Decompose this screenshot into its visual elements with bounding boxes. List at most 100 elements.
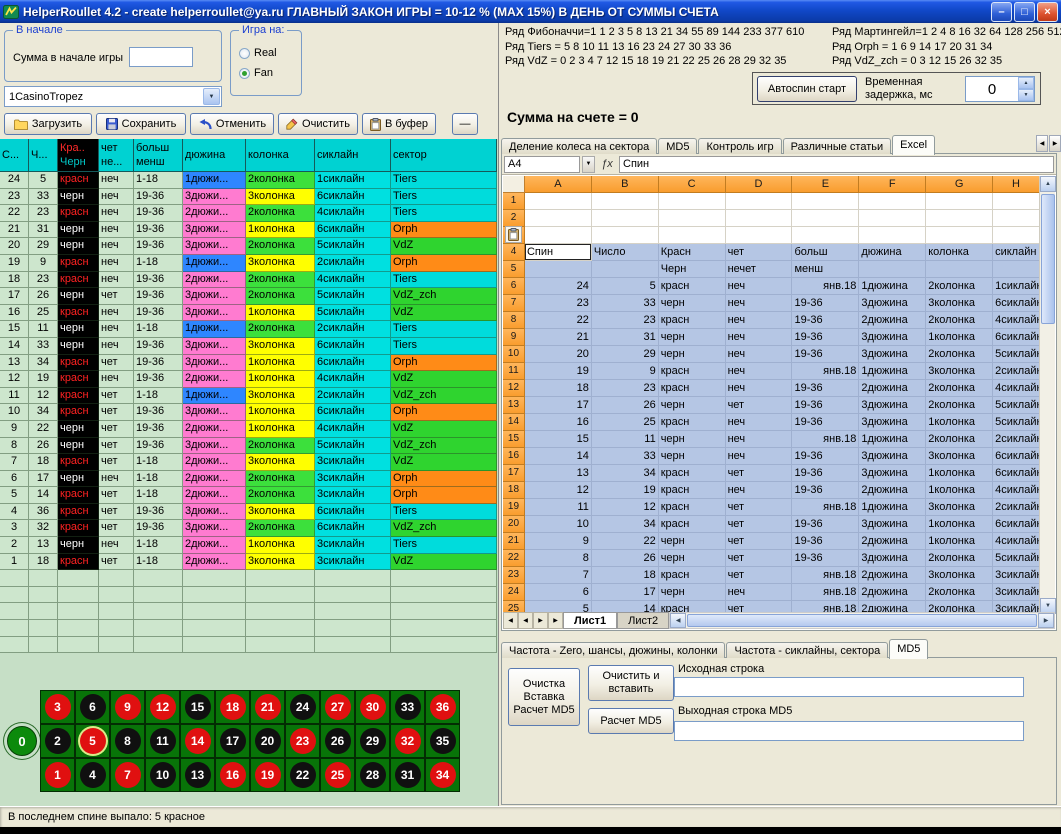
excel-cell-H3[interactable] [993, 227, 1040, 244]
excel-cell-F5[interactable] [859, 261, 926, 278]
excel-cell-H14[interactable]: 5сиклайн [993, 414, 1040, 431]
excel-cell-E24[interactable]: янв.18 [792, 584, 859, 601]
spinner-up-icon[interactable] [1018, 77, 1034, 89]
excel-cell-G14[interactable]: 1колонка [926, 414, 993, 431]
excel-cell-A21[interactable]: 9 [525, 533, 592, 550]
excel-cell-A12[interactable]: 18 [525, 380, 592, 397]
excel-cell-D2[interactable] [726, 210, 793, 227]
excel-cell-E10[interactable]: 19-36 [792, 346, 859, 363]
excel-cell-G11[interactable]: 3колонка [926, 363, 993, 380]
excel-cell-C21[interactable]: черн [659, 533, 726, 550]
excel-cell-C13[interactable]: черн [659, 397, 726, 414]
excel-cell-G15[interactable]: 2колонка [926, 431, 993, 448]
excel-cell-D14[interactable]: неч [726, 414, 793, 431]
excel-row-header-6[interactable]: 6 [503, 278, 525, 295]
excel-cell-G1[interactable] [926, 193, 993, 210]
excel-cell-G23[interactable]: 3колонка [926, 567, 993, 584]
excel-cell-A19[interactable]: 11 [525, 499, 592, 516]
excel-cell-H16[interactable]: 6сиклайн [993, 448, 1040, 465]
excel-cell-F24[interactable]: 2дюжина [859, 584, 926, 601]
excel-cell-C22[interactable]: черн [659, 550, 726, 567]
excel-cell-F23[interactable]: 2дюжина [859, 567, 926, 584]
excel-cell-F14[interactable]: 3дюжина [859, 414, 926, 431]
excel-cell-F6[interactable]: 1дюжина [859, 278, 926, 295]
excel-cell-H13[interactable]: 5сиклайн [993, 397, 1040, 414]
excel-cell-F11[interactable]: 1дюжина [859, 363, 926, 380]
sheet-tab-2[interactable]: Лист2 [617, 612, 669, 629]
excel-cell-B13[interactable]: 26 [592, 397, 659, 414]
excel-cell-E12[interactable]: 19-36 [792, 380, 859, 397]
md5-output-input[interactable] [674, 721, 1024, 741]
excel-cell-E19[interactable]: янв.18 [792, 499, 859, 516]
scrollbar-thumb[interactable] [1041, 194, 1055, 324]
excel-row-header-7[interactable]: 7 [503, 295, 525, 312]
excel-cell-A18[interactable]: 12 [525, 482, 592, 499]
board-cell[interactable]: 18 [215, 690, 250, 724]
excel-cell-B5[interactable] [592, 261, 659, 278]
excel-cell-D15[interactable]: неч [726, 431, 793, 448]
excel-cell-A14[interactable]: 16 [525, 414, 592, 431]
board-cell[interactable]: 14 [180, 724, 215, 758]
excel-cell-B22[interactable]: 26 [592, 550, 659, 567]
excel-cell-D21[interactable]: чет [726, 533, 793, 550]
excel-cell-D17[interactable]: чет [726, 465, 793, 482]
scroll-up-icon[interactable] [1040, 176, 1056, 192]
excel-select-all-corner[interactable] [503, 176, 525, 193]
excel-row-header-1[interactable]: 1 [503, 193, 525, 210]
excel-cell-G16[interactable]: 3колонка [926, 448, 993, 465]
excel-cell-G13[interactable]: 2колонка [926, 397, 993, 414]
dash-button[interactable]: — [452, 113, 478, 135]
load-button[interactable]: Загрузить [4, 113, 92, 135]
chevron-down-icon[interactable] [203, 88, 220, 105]
excel-cell-H11[interactable]: 2сиклайн [993, 363, 1040, 380]
excel-cell-G6[interactable]: 2колонка [926, 278, 993, 295]
board-cell[interactable]: 25 [320, 758, 355, 792]
excel-cell-D11[interactable]: неч [726, 363, 793, 380]
excel-cell-A4[interactable]: Спин [525, 244, 592, 261]
board-cell[interactable]: 16 [215, 758, 250, 792]
excel-cell-D13[interactable]: чет [726, 397, 793, 414]
excel-cell-F4[interactable]: дюжина [859, 244, 926, 261]
md5-clear-paste-calc-button[interactable]: Очистка Вставка Расчет MD5 [508, 668, 580, 726]
excel-cell-B8[interactable]: 23 [592, 312, 659, 329]
paste-options-icon[interactable] [505, 226, 522, 243]
excel-row-header-4[interactable]: 4 [503, 244, 525, 261]
excel-cell-F9[interactable]: 3дюжина [859, 329, 926, 346]
excel-cell-E9[interactable]: 19-36 [792, 329, 859, 346]
main-tab-4[interactable]: Различные статьи [783, 138, 892, 154]
excel-cell-B9[interactable]: 31 [592, 329, 659, 346]
autospin-start-button[interactable]: Автоспин старт [757, 76, 857, 102]
sheet-nav-next-icon[interactable] [533, 612, 548, 629]
excel-cell-B15[interactable]: 11 [592, 431, 659, 448]
excel-cell-B12[interactable]: 23 [592, 380, 659, 397]
board-number-0[interactable]: 0 [7, 726, 37, 756]
buffer-button[interactable]: В буфер [362, 113, 436, 135]
excel-cell-C8[interactable]: красн [659, 312, 726, 329]
excel-cell-A5[interactable] [525, 261, 592, 278]
excel-cell-A2[interactable] [525, 210, 592, 227]
board-cell[interactable]: 27 [320, 690, 355, 724]
excel-cell-H22[interactable]: 5сиклайн [993, 550, 1040, 567]
sheet-nav-last-icon[interactable] [548, 612, 563, 629]
board-cell[interactable]: 12 [145, 690, 180, 724]
frequency-tab-2[interactable]: Частота - сиклайны, сектора [726, 642, 888, 658]
excel-cell-H2[interactable] [993, 210, 1040, 227]
excel-cell-H21[interactable]: 4сиклайн [993, 533, 1040, 550]
excel-cell-F2[interactable] [859, 210, 926, 227]
excel-cell-F16[interactable]: 3дюжина [859, 448, 926, 465]
board-cell[interactable]: 28 [355, 758, 390, 792]
excel-col-header-G[interactable]: G [926, 176, 993, 193]
excel-cell-B14[interactable]: 25 [592, 414, 659, 431]
excel-row-header-24[interactable]: 24 [503, 584, 525, 601]
scroll-left-icon[interactable] [670, 613, 686, 628]
excel-cell-B10[interactable]: 29 [592, 346, 659, 363]
excel-row-header-8[interactable]: 8 [503, 312, 525, 329]
start-sum-input[interactable] [129, 47, 193, 67]
excel-cell-D8[interactable]: неч [726, 312, 793, 329]
excel-cell-D19[interactable]: чет [726, 499, 793, 516]
excel-row-header-9[interactable]: 9 [503, 329, 525, 346]
excel-row-header-20[interactable]: 20 [503, 516, 525, 533]
excel-cell-E11[interactable]: янв.18 [792, 363, 859, 380]
excel-cell-A11[interactable]: 19 [525, 363, 592, 380]
excel-cell-H7[interactable]: 6сиклайн [993, 295, 1040, 312]
